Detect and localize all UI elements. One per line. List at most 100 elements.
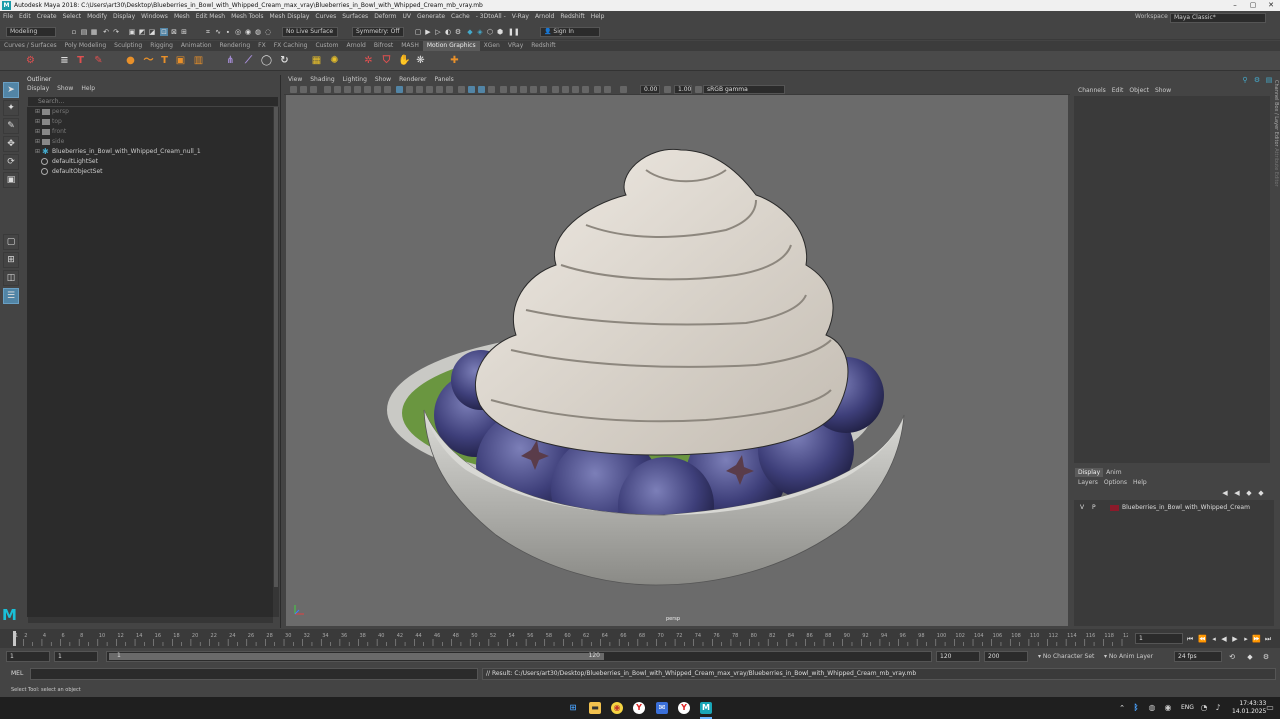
chrome-tray-icon[interactable]: ◉ <box>1162 702 1174 714</box>
playhead[interactable] <box>13 631 16 646</box>
render-settings-icon[interactable]: ⚙ <box>454 28 462 36</box>
outliner-view-icon[interactable]: ☰ <box>3 288 19 304</box>
side-tabs[interactable]: Channel Box / Layer Editor Attribute Edi… <box>1271 80 1280 210</box>
outliner-hscrollbar[interactable] <box>28 617 273 623</box>
volume-icon[interactable]: ♪ <box>1212 702 1224 714</box>
lasso-mask-icon[interactable]: ⊠ <box>170 28 178 36</box>
step-back-icon[interactable]: ◂ <box>1210 635 1218 643</box>
colorspace-dropdown[interactable]: sRGB gamma <box>703 85 785 94</box>
shadows-icon[interactable] <box>446 86 453 93</box>
select-hierarchy-icon[interactable]: ▣ <box>128 28 136 36</box>
yandex2-icon[interactable]: Y <box>678 702 690 714</box>
playback-end-field[interactable]: 120 <box>936 651 980 662</box>
vray-ipr-icon[interactable]: ⬡ <box>486 28 494 36</box>
safe-action-icon[interactable] <box>384 86 391 93</box>
step-forward-icon[interactable]: ▸ <box>1242 635 1250 643</box>
exposure-icon[interactable] <box>552 86 559 93</box>
new-layer-selected-icon[interactable]: ◆ <box>1257 489 1265 497</box>
mode-dropdown[interactable]: Modeling <box>6 27 56 37</box>
channelbox-menu-show[interactable]: Show <box>1152 87 1174 95</box>
go-start-icon[interactable]: ⏮ <box>1186 635 1194 643</box>
shelf-tab-curves-surfaces[interactable]: Curves / Surfaces <box>0 41 61 51</box>
motion-blur-icon[interactable] <box>468 86 475 93</box>
menu-file[interactable]: File <box>0 11 16 22</box>
layer-visibility-toggle[interactable]: V <box>1080 503 1084 513</box>
gamma-field[interactable]: 1.00 <box>674 85 692 94</box>
menu-mesh-tools[interactable]: Mesh Tools <box>228 11 266 22</box>
view-transform-icon[interactable] <box>582 86 589 93</box>
step-forward-key-icon[interactable]: ⏩ <box>1252 635 1261 643</box>
rotate-tool-icon[interactable]: ⟳ <box>3 154 19 170</box>
snap-live-icon[interactable]: ◌ <box>264 28 272 36</box>
menu-v-ray[interactable]: V-Ray <box>509 11 532 22</box>
anim-prefs-icon[interactable]: ⚙ <box>1262 653 1270 661</box>
mograph-svg-icon[interactable]: ▣ <box>174 54 187 67</box>
anim-layer-dropdown[interactable]: ▾ No Anim Layer <box>1104 653 1153 660</box>
tray-chevron-icon[interactable]: ⌃ <box>1116 702 1128 714</box>
time-slider[interactable]: 1 2 4 6 8 10 12 14 16 18 20 22 24 26 28 30 32 34 36 38 40 42 4… <box>0 629 1280 648</box>
layer-menu-help[interactable]: Help <box>1130 478 1150 487</box>
open-scene-icon[interactable]: ▤ <box>80 28 88 36</box>
dof-icon[interactable] <box>488 86 495 93</box>
mograph-sphere2-icon[interactable]: ◯ <box>260 54 273 67</box>
mograph-grid-icon[interactable]: ▦ <box>310 54 323 67</box>
mograph-sun-icon[interactable]: ✺ <box>328 54 341 67</box>
step-back-key-icon[interactable]: ⏪ <box>1198 635 1207 643</box>
minimize-button[interactable]: – <box>1226 0 1244 11</box>
camera-select-icon[interactable] <box>290 86 297 93</box>
range-slider-thumb[interactable]: 1 120 <box>109 652 604 660</box>
lasso-tool-icon[interactable]: ✦ <box>3 100 19 116</box>
viewport-menu-lighting[interactable]: Lighting <box>339 75 371 85</box>
aa-icon[interactable] <box>478 86 485 93</box>
shelf-gear-icon[interactable]: ⚙ <box>24 54 37 67</box>
layer-row[interactable]: V P Blueberries_in_Bowl_with_Whipped_Cre… <box>1074 503 1274 513</box>
shelf-tab-sculpting[interactable]: Sculpting <box>110 41 146 51</box>
ao-icon[interactable] <box>458 86 465 93</box>
grid-toggle-icon[interactable] <box>334 86 341 93</box>
workspace-dropdown[interactable]: Maya Classic* <box>1170 13 1266 23</box>
menu-uv[interactable]: UV <box>400 11 415 22</box>
yandex-browser-icon[interactable]: ◉ <box>611 702 623 714</box>
smooth-shade-icon[interactable] <box>406 86 413 93</box>
select-object-icon[interactable]: ◩ <box>138 28 146 36</box>
vray-render-icon[interactable]: ◈ <box>476 28 484 36</box>
outliner-item[interactable]: defaultObjectSet <box>27 167 273 177</box>
current-frame-field[interactable]: 1 <box>1135 633 1183 644</box>
shelf-tab-fx[interactable]: FX <box>254 41 270 51</box>
lock-icon[interactable] <box>604 86 611 93</box>
exposure-field[interactable]: 0.00 <box>640 85 660 94</box>
vray-vfb-icon[interactable]: ⬢ <box>496 28 504 36</box>
fps-dropdown[interactable]: 24 fps <box>1174 651 1222 662</box>
steam-icon[interactable]: ◍ <box>1146 702 1158 714</box>
menu-curves[interactable]: Curves <box>312 11 339 22</box>
move-tool-icon[interactable]: ✥ <box>3 136 19 152</box>
channelbox-menu-object[interactable]: Object <box>1126 87 1152 95</box>
layer-tab-anim[interactable]: Anim <box>1103 468 1124 477</box>
snap-curve-icon[interactable]: ∿ <box>214 28 222 36</box>
play-icon[interactable]: ▶ <box>1231 635 1239 643</box>
viewport-canvas[interactable]: persp <box>286 95 1068 626</box>
viewport-menu-show[interactable]: Show <box>371 75 395 85</box>
viewport-menu-panels[interactable]: Panels <box>430 75 457 85</box>
menu-select[interactable]: Select <box>60 11 85 22</box>
close-button[interactable]: ✕ <box>1262 0 1280 11</box>
shelf-tab-custom[interactable]: Custom <box>311 41 342 51</box>
shelf-tab-bifrost[interactable]: Bifrost <box>370 41 397 51</box>
shelf-tab-xgen[interactable]: XGen <box>480 41 504 51</box>
wireframe-icon[interactable] <box>396 86 403 93</box>
snap-surface-icon[interactable]: ◉ <box>244 28 252 36</box>
notifications-icon[interactable]: ▭ <box>1264 702 1276 714</box>
outliner-item[interactable]: defaultLightSet <box>27 157 273 167</box>
film-gate-icon[interactable] <box>344 86 351 93</box>
hud-icon[interactable] <box>572 86 579 93</box>
field-chart-icon[interactable] <box>374 86 381 93</box>
bluetooth-icon[interactable]: ᛒ <box>1130 702 1142 714</box>
snap-point-icon[interactable]: ∙ <box>224 28 232 36</box>
symmetry-dropdown[interactable]: Symmetry: Off <box>352 27 404 37</box>
snap-plane-icon[interactable]: ◍ <box>254 28 262 36</box>
end-time-field[interactable]: 200 <box>984 651 1028 662</box>
select-tool-icon[interactable]: ➤ <box>3 82 19 98</box>
bookmark-icon[interactable] <box>310 86 317 93</box>
pick-mask-icon[interactable]: ⊡ <box>160 28 168 36</box>
gate-mask-icon[interactable] <box>364 86 371 93</box>
